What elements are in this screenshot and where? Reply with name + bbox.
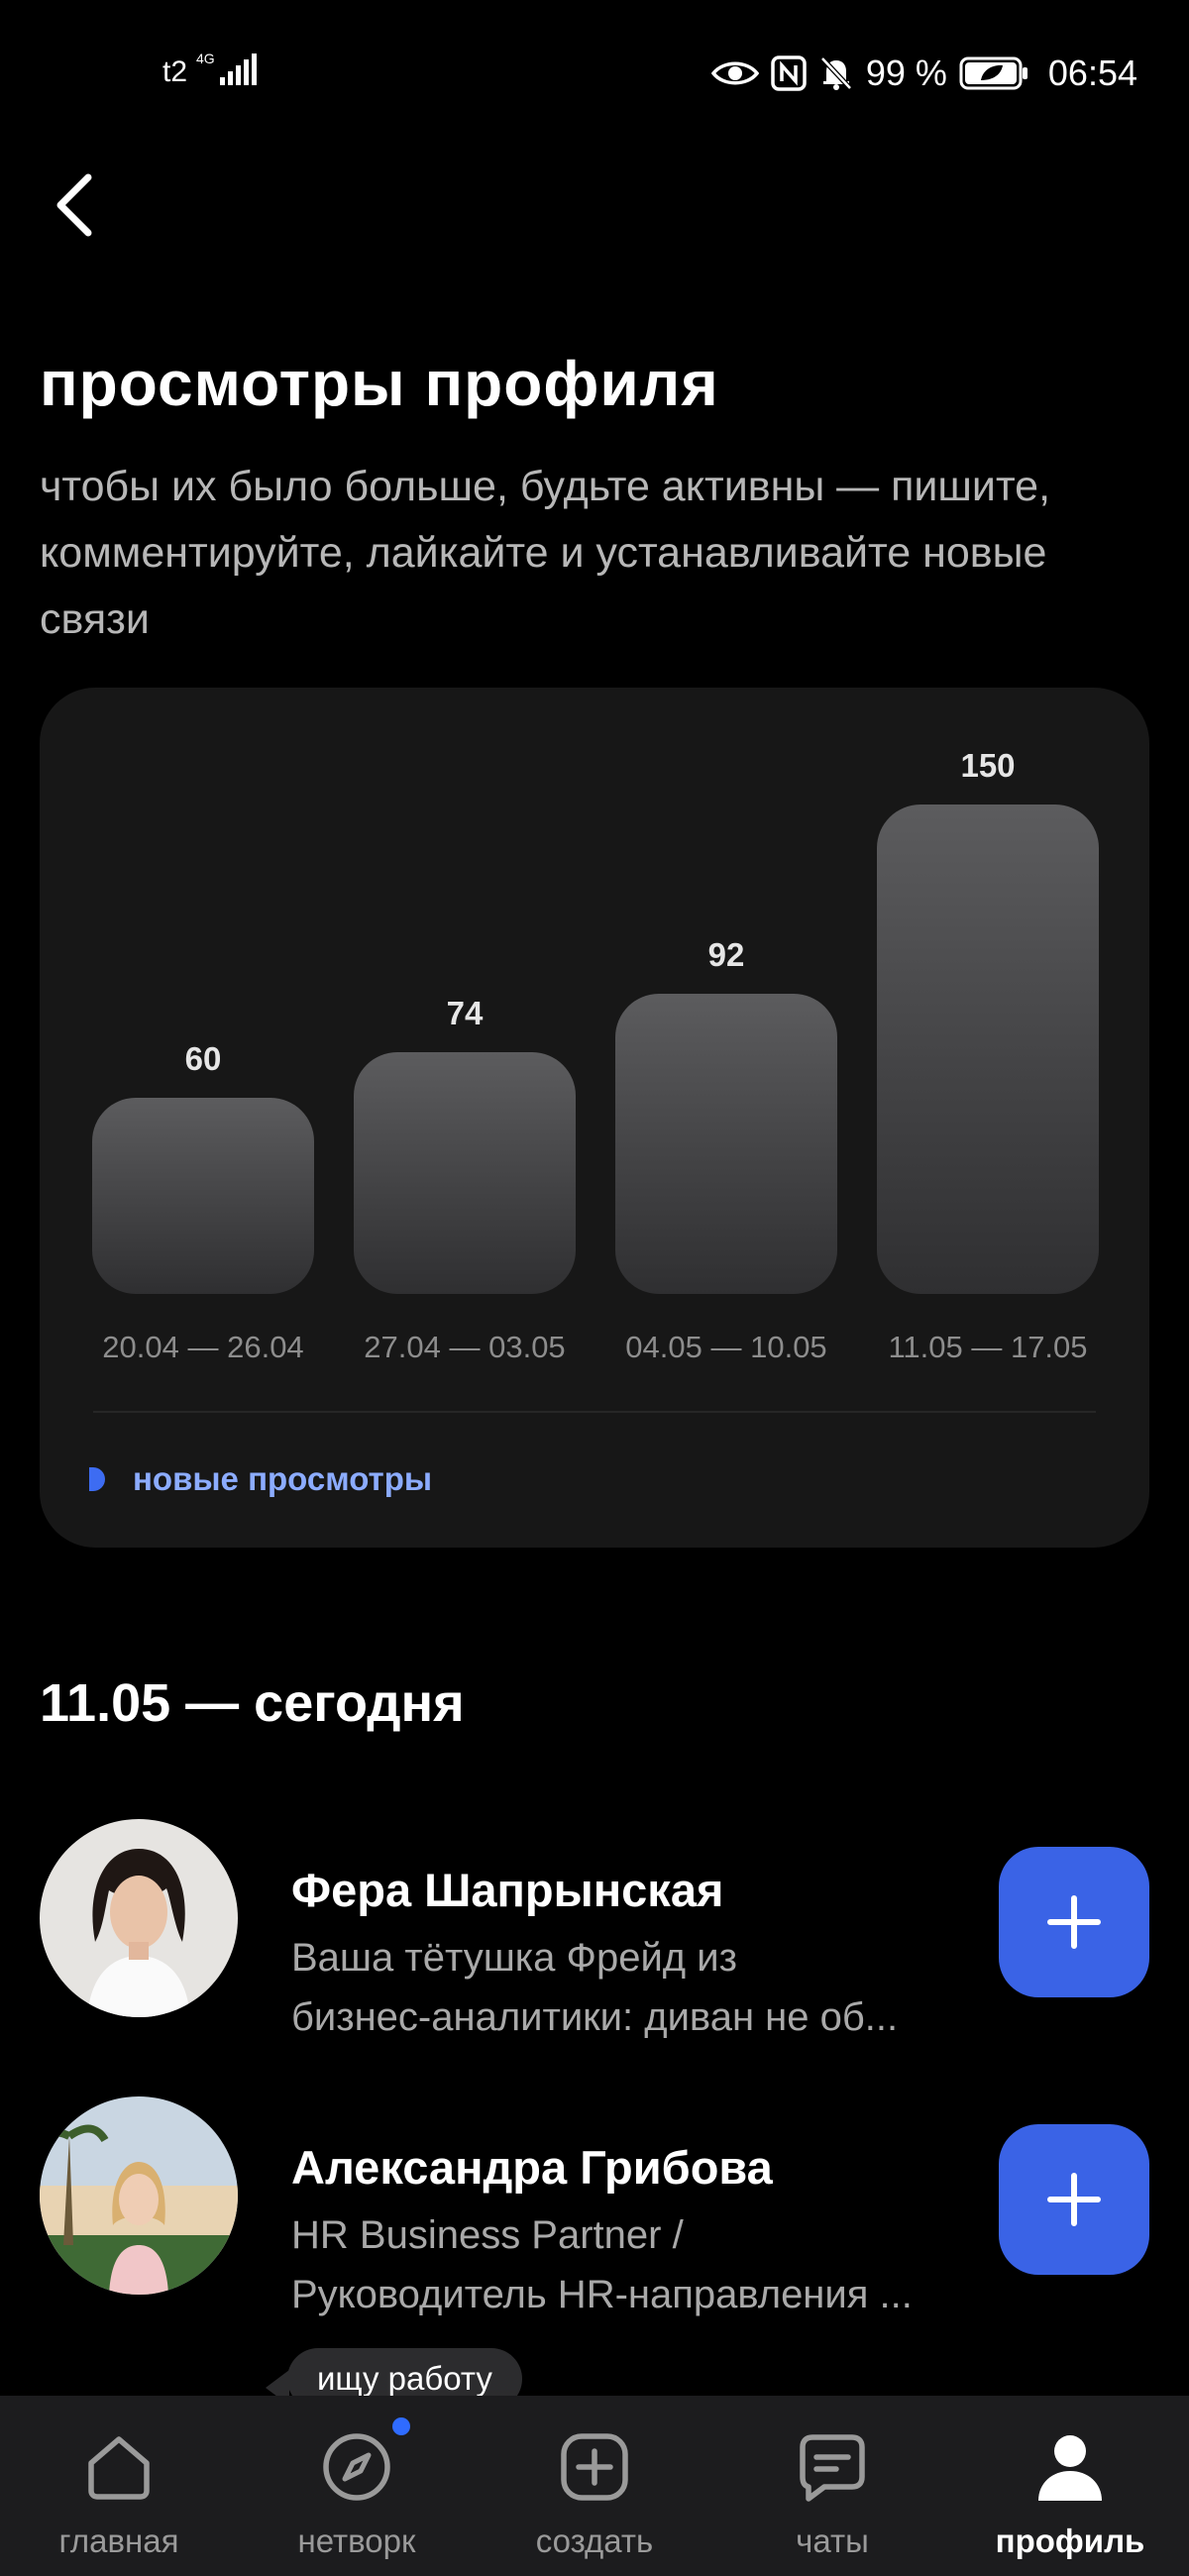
plus-square-icon	[559, 2431, 630, 2503]
bar-value-label: 92	[707, 936, 745, 973]
views-chart-card: новые просмотры 60 20.04 — 26.04 74 27.04 —…	[40, 688, 1149, 1548]
page-subtitle: чтобы их было больше, будьте активны — п…	[40, 463, 1051, 643]
viewer-row[interactable]: Александра Грибова HR Business Partner /…	[40, 2096, 1149, 2316]
status-bar: t2 4G 99 % 06:54	[0, 0, 1189, 149]
bottom-nav: главная нетворк создать чаты профиль	[0, 2396, 1189, 2576]
nav-label: профиль	[995, 2522, 1145, 2559]
viewer-description-line: Руководитель HR-направления ...	[291, 2273, 913, 2316]
avatar[interactable]	[40, 2096, 238, 2295]
signal-icon	[220, 54, 257, 85]
clock: 06:54	[1047, 53, 1137, 93]
add-contact-button[interactable]	[999, 2124, 1149, 2275]
nav-item-create[interactable]: создать	[476, 2396, 713, 2576]
plus-icon	[1047, 2173, 1101, 2226]
chat-icon	[797, 2431, 868, 2503]
back-button[interactable]	[40, 162, 109, 248]
avatar-photo	[40, 2096, 238, 2295]
compass-icon	[321, 2431, 392, 2503]
bar-category-label: 27.04 — 03.05	[364, 1330, 566, 1364]
mute-bell-icon	[820, 56, 852, 90]
carrier-label: t2	[162, 55, 188, 88]
chart-divider	[93, 1411, 1096, 1413]
viewer-description-line: HR Business Partner /	[291, 2213, 684, 2257]
chevron-left-icon	[56, 173, 92, 237]
legend-marker	[89, 1467, 105, 1491]
nav-item-profile[interactable]: профиль	[951, 2396, 1189, 2576]
avatar[interactable]	[40, 1819, 238, 2017]
battery-percent: 99 %	[865, 53, 947, 93]
plus-icon	[1047, 1895, 1101, 1949]
nav-label: нетворк	[297, 2522, 416, 2559]
viewer-row[interactable]: Фера Шапрынская Ваша тётушка Фрейд из би…	[40, 1819, 1149, 2039]
nav-label: главная	[58, 2522, 179, 2559]
bar-category-label: 20.04 — 26.04	[102, 1330, 304, 1364]
chart-bar	[92, 1098, 314, 1294]
viewer-description: Ваша тётушка Фрейд из бизнес-аналитики: …	[291, 1928, 975, 2047]
eye-icon	[710, 61, 759, 85]
legend-label: новые просмотры	[133, 1460, 433, 1497]
bar-category-label: 04.05 — 10.05	[625, 1330, 827, 1364]
network-type-label: 4G	[196, 51, 215, 66]
home-icon	[83, 2431, 155, 2503]
chart-legend: новые просмотры	[89, 1460, 432, 1498]
viewer-description: HR Business Partner / Руководитель HR-на…	[291, 2205, 975, 2324]
nav-label: чаты	[796, 2522, 869, 2559]
nfc-icon	[771, 55, 807, 91]
bar-value-label: 60	[184, 1040, 222, 1077]
chart-bar	[354, 1052, 576, 1294]
nav-item-home[interactable]: главная	[0, 2396, 238, 2576]
notification-dot	[392, 2417, 410, 2435]
battery-icon	[959, 56, 1027, 90]
add-contact-button[interactable]	[999, 1847, 1149, 1997]
bar-category-label: 11.05 — 17.05	[888, 1330, 1088, 1364]
chart-bar	[615, 994, 837, 1294]
nav-label: создать	[535, 2522, 654, 2559]
section-title: 11.05 — сегодня	[40, 1673, 465, 1733]
chart-bar	[877, 805, 1099, 1294]
bar-value-label: 74	[446, 995, 484, 1031]
viewer-description-line: Ваша тётушка Фрейд из	[291, 1936, 737, 1980]
profile-icon	[1034, 2431, 1106, 2503]
bar-value-label: 150	[960, 747, 1016, 784]
viewer-name[interactable]: Фера Шапрынская	[291, 1863, 723, 1917]
page-title: просмотры профиля	[40, 348, 719, 419]
status-icons: 99 % 06:54	[710, 52, 1137, 95]
viewer-name[interactable]: Александра Грибова	[291, 2140, 773, 2195]
avatar-photo	[40, 1819, 238, 2017]
nav-item-chats[interactable]: чаты	[713, 2396, 951, 2576]
nav-item-network[interactable]: нетворк	[238, 2396, 476, 2576]
viewer-description-line: бизнес-аналитики: диван не об...	[291, 1995, 899, 2039]
